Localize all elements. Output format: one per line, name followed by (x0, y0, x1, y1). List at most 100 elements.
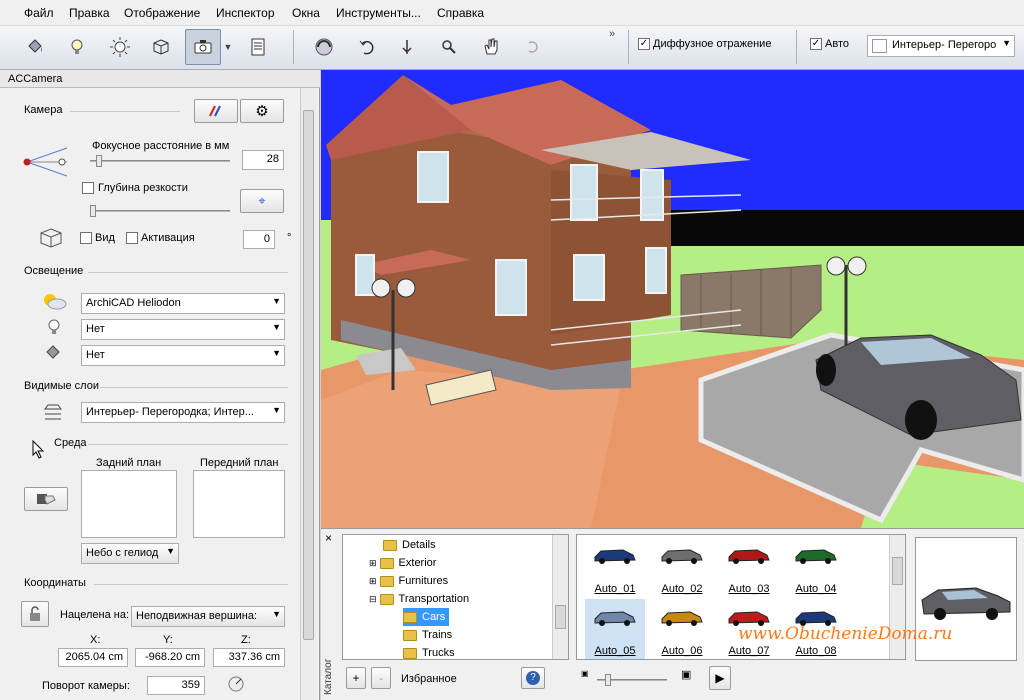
menu-tools[interactable]: Инструменты... (336, 6, 421, 20)
environment-preview-button[interactable] (24, 487, 68, 511)
lock-button[interactable] (21, 601, 49, 627)
collapse-icon[interactable]: ⊟ (369, 594, 377, 605)
tree-item-exterior[interactable]: ⊞ Exterior (369, 554, 436, 572)
activation-checkbox[interactable]: Активация (126, 232, 195, 244)
tree-item-trucks[interactable]: Trucks (403, 644, 455, 659)
x-coordinate-field[interactable]: 2065.04 cm (58, 648, 128, 667)
depth-of-field-checkbox[interactable]: Глубина резкости (82, 182, 188, 194)
camera-icon[interactable] (185, 29, 221, 65)
angle-field[interactable]: 0 (243, 230, 275, 249)
light-source-3-select[interactable]: Нет ▼ (81, 345, 285, 366)
refresh-icon[interactable] (516, 29, 550, 65)
car-icon (594, 611, 636, 626)
panel-scrollbar[interactable] (300, 88, 316, 700)
catalog-item-label: Auto_08 (795, 645, 837, 657)
focus-target-button[interactable]: ⌖ (240, 189, 284, 213)
menu-help[interactable]: Справка (437, 6, 484, 20)
orbit-icon[interactable] (307, 29, 341, 65)
tree-item-trains[interactable]: Trains (403, 626, 452, 644)
light-source-2-select[interactable]: Нет ▼ (81, 319, 285, 340)
activation-label: Активация (141, 232, 195, 244)
light-bulb-icon[interactable] (60, 29, 94, 65)
y-coordinate-field[interactable]: -968.20 cm (135, 648, 205, 667)
coordinates-header: Координаты (24, 577, 86, 589)
slider-thumb[interactable] (96, 155, 102, 167)
sky-select[interactable]: Небо с гелиод ▼ (81, 543, 179, 564)
scrollbar-thumb[interactable] (892, 557, 903, 585)
tree-scrollbar[interactable] (552, 535, 568, 659)
foreground-image-well[interactable] (193, 470, 285, 538)
dof-slider[interactable] (90, 205, 230, 217)
view-check[interactable] (80, 232, 92, 244)
light-source-1-select[interactable]: ArchiCAD Heliodon ▼ (81, 293, 285, 314)
thumbnail-size-slider[interactable] (597, 674, 667, 686)
catalog-item-auto_02[interactable]: Auto_02 (652, 537, 712, 599)
rotation-dial-icon[interactable] (226, 674, 246, 694)
camera-style-button[interactable] (194, 99, 238, 123)
3d-viewport[interactable] (321, 70, 1024, 528)
menu-edit[interactable]: Правка (69, 6, 110, 20)
background-image-well[interactable] (81, 470, 177, 538)
environment-header: Среда (54, 437, 87, 449)
paint-bucket-icon[interactable] (18, 29, 52, 65)
catalog-item-auto_01[interactable]: Auto_01 (585, 537, 645, 599)
light-bulb-icon (48, 319, 60, 334)
catalog-item-label: Auto_06 (661, 645, 703, 657)
tree-item-transportation[interactable]: ⊟ Transportation (369, 590, 469, 608)
close-icon[interactable]: × (325, 531, 332, 545)
auto-check[interactable]: ✓ (810, 38, 822, 50)
car-icon (795, 549, 837, 564)
document-icon[interactable] (241, 29, 275, 65)
sun-icon[interactable] (103, 29, 137, 65)
slider-thumb[interactable] (605, 674, 611, 686)
zoom-icon[interactable] (432, 29, 466, 65)
target-select[interactable]: Неподвижная вершина: ▼ (131, 606, 285, 627)
camera-dropdown-icon[interactable]: ▼ (221, 29, 235, 65)
tree-item-cars[interactable]: Cars (403, 608, 450, 626)
view-checkbox[interactable]: Вид (80, 232, 115, 244)
rotate-icon[interactable] (350, 29, 384, 65)
scrollbar-thumb[interactable] (303, 110, 314, 640)
background-label: Задний план (96, 457, 162, 469)
auto-checkbox[interactable]: ✓ Авто (810, 38, 849, 50)
expand-icon[interactable]: ⊞ (369, 576, 377, 587)
slider-thumb[interactable] (90, 205, 96, 217)
slant-lines-icon (209, 105, 221, 117)
tree-label: Furnitures (398, 575, 449, 587)
rotation-field[interactable]: 359 (147, 676, 205, 695)
layer-combination-select[interactable]: Интерьер- Перегоро ▼ (867, 35, 1015, 57)
tree-item-furnitures[interactable]: ⊞ Furnitures (369, 572, 448, 590)
expand-icon[interactable]: ⊞ (369, 558, 377, 569)
layer-combo-value: Интерьер- Перегоро (892, 39, 997, 51)
play-button[interactable]: ▶ (709, 666, 731, 690)
catalog-item-auto_06[interactable]: Auto_06 (652, 599, 712, 659)
diffuse-reflection-checkbox[interactable]: ✓ Диффузное отражение (638, 38, 771, 50)
camera-settings-button[interactable]: ⚙ (240, 99, 284, 123)
add-favorite-button[interactable]: + (346, 667, 366, 689)
cube-icon[interactable] (144, 29, 178, 65)
menu-view[interactable]: Отображение (124, 6, 200, 20)
menu-file[interactable]: Файл (24, 6, 54, 20)
catalog-item-label: Auto_05 (594, 645, 636, 657)
menu-inspector[interactable]: Инспектор (216, 6, 275, 20)
activation-check[interactable] (126, 232, 138, 244)
scrollbar-thumb[interactable] (555, 605, 566, 629)
tree-item-details[interactable]: Details (383, 536, 436, 554)
visible-layers-select[interactable]: Интерьер- Перегородка; Интер... ▼ (81, 402, 285, 423)
move-icon[interactable] (390, 29, 424, 65)
foreground-label: Передний план (200, 457, 279, 469)
remove-favorite-button[interactable]: - (371, 667, 391, 689)
help-button[interactable]: ? (521, 667, 545, 689)
catalog-item-auto_05[interactable]: Auto_05 (585, 599, 645, 659)
diffuse-checkbox[interactable]: ✓ (638, 38, 650, 50)
catalog-item-auto_04[interactable]: Auto_04 (786, 537, 846, 599)
z-coordinate-field[interactable]: 337.36 cm (213, 648, 285, 667)
z-label: Z: (241, 634, 251, 646)
focal-length-slider[interactable] (90, 155, 230, 167)
dof-check[interactable] (82, 182, 94, 194)
toolbar-overflow-icon[interactable]: » (609, 28, 615, 40)
menu-windows[interactable]: Окна (292, 6, 320, 20)
focal-length-field[interactable]: 28 (242, 150, 284, 170)
catalog-item-auto_03[interactable]: Auto_03 (719, 537, 779, 599)
pan-hand-icon[interactable] (474, 29, 508, 65)
